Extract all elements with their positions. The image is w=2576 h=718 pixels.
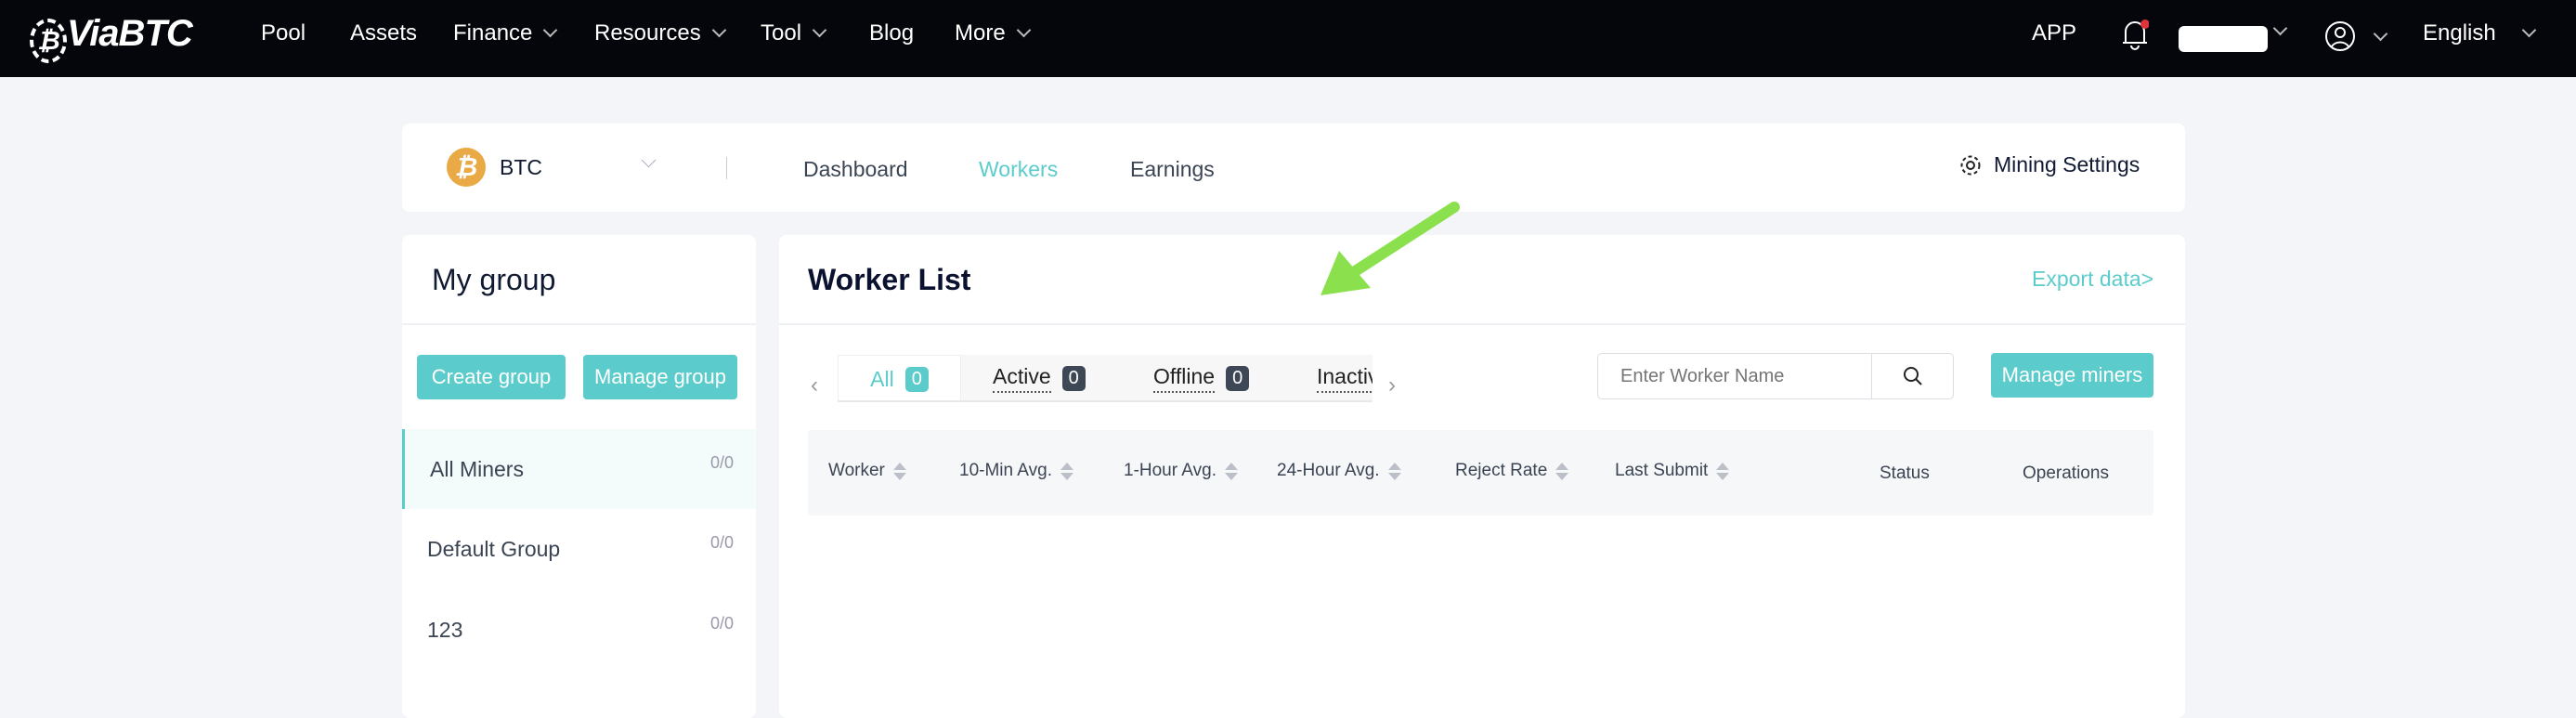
nav-blog[interactable]: Blog [869, 20, 914, 46]
tab-offline[interactable]: Offline 0 [1153, 355, 1250, 400]
nav-assets[interactable]: Assets [350, 20, 417, 46]
search-icon [1903, 367, 1922, 385]
col-10min-avg[interactable]: 10-Min Avg. [959, 461, 1073, 481]
chevron-down-icon [2373, 26, 2387, 42]
top-nav: ₿ ViaBTC Pool Assets Finance Resources To… [0, 0, 2576, 77]
sort-icon [892, 462, 906, 480]
worker-list-panel: Worker List Export data> ‹ All 0 Active 0 … [779, 235, 2185, 718]
chevron-down-icon [2272, 20, 2288, 36]
divider [402, 323, 756, 325]
sort-icon [1224, 462, 1238, 480]
tabs-scroll-right-icon[interactable]: › [1388, 372, 1396, 398]
language-selector[interactable]: English [2423, 20, 2536, 46]
bell-icon[interactable] [2121, 19, 2150, 50]
worker-list-title: Worker List [808, 263, 971, 296]
tab-dashboard[interactable]: Dashboard [803, 157, 908, 182]
chevron-down-icon[interactable] [641, 152, 657, 168]
worker-search [1597, 353, 1954, 399]
sort-icon [1555, 462, 1569, 480]
sort-icon [1060, 462, 1073, 480]
manage-group-button[interactable]: Manage group [583, 355, 737, 399]
viabtc-logo[interactable]: ₿ ViaBTC [30, 13, 193, 63]
tab-all[interactable]: All 0 [838, 355, 961, 400]
chevron-down-icon [2521, 22, 2536, 38]
account-name-redacted[interactable] [2179, 26, 2268, 52]
divider [779, 323, 2185, 325]
chevron-down-icon [812, 22, 827, 38]
mining-settings-button[interactable]: Mining Settings [1958, 152, 2140, 177]
annotation-arrow-icon [1321, 202, 1460, 295]
nav-app[interactable]: APP [2032, 20, 2076, 46]
chevron-down-icon [1016, 22, 1031, 38]
col-reject-rate[interactable]: Reject Rate [1455, 461, 1569, 481]
worker-status-tabs: All0 Active0 Offline0 Inactive [838, 355, 1373, 402]
coin-bar: ₿ BTC Dashboard Workers Earnings Mining … [402, 124, 2185, 212]
user-avatar-icon[interactable] [2324, 20, 2387, 59]
gear-icon [1960, 155, 1981, 175]
export-data-link[interactable]: Export data> [2032, 267, 2153, 292]
nav-more[interactable]: More [955, 20, 1031, 46]
coin-selector[interactable]: BTC [500, 155, 542, 180]
sort-icon [1387, 462, 1401, 480]
nav-resources[interactable]: Resources [594, 20, 726, 46]
group-title: My group [432, 263, 556, 296]
col-operations: Operations [2023, 463, 2109, 483]
nav-finance[interactable]: Finance [453, 20, 558, 46]
col-worker[interactable]: Worker [828, 461, 906, 481]
nav-tool[interactable]: Tool [761, 20, 827, 46]
account-dropdown[interactable] [2262, 19, 2288, 45]
create-group-button[interactable]: Create group [417, 355, 566, 399]
manage-miners-button[interactable]: Manage miners [1991, 353, 2153, 398]
group-item-all-miners[interactable]: All Miners 0/0 [402, 429, 756, 509]
group-panel: My group Create group Manage group All M… [402, 235, 756, 718]
worker-search-input[interactable] [1598, 354, 1871, 398]
tabs-scroll-left-icon[interactable]: ‹ [811, 372, 818, 398]
divider [726, 157, 727, 179]
tab-workers[interactable]: Workers [979, 157, 1058, 182]
chevron-down-icon [543, 22, 558, 38]
sort-icon [1716, 462, 1730, 480]
group-item-default[interactable]: Default Group 0/0 [402, 509, 756, 589]
tab-earnings[interactable]: Earnings [1130, 157, 1215, 182]
chevron-down-icon [711, 22, 726, 38]
tab-inactive[interactable]: Inactive [1317, 355, 1373, 400]
worker-table-header: Worker 10-Min Avg. 1-Hour Avg. 24-Hour A… [808, 430, 2153, 516]
nav-pool[interactable]: Pool [261, 20, 306, 46]
btc-coin-icon: ₿ [447, 148, 486, 187]
tab-active[interactable]: Active 0 [993, 355, 1086, 400]
col-last-submit[interactable]: Last Submit [1615, 461, 1730, 481]
col-status: Status [1880, 463, 1930, 483]
search-button[interactable] [1871, 354, 1953, 398]
col-24hour-avg[interactable]: 24-Hour Avg. [1277, 461, 1401, 481]
bitcoin-logo-icon: ₿ [30, 19, 67, 63]
col-1hour-avg[interactable]: 1-Hour Avg. [1124, 461, 1238, 481]
group-item-123[interactable]: 123 0/0 [402, 590, 756, 670]
